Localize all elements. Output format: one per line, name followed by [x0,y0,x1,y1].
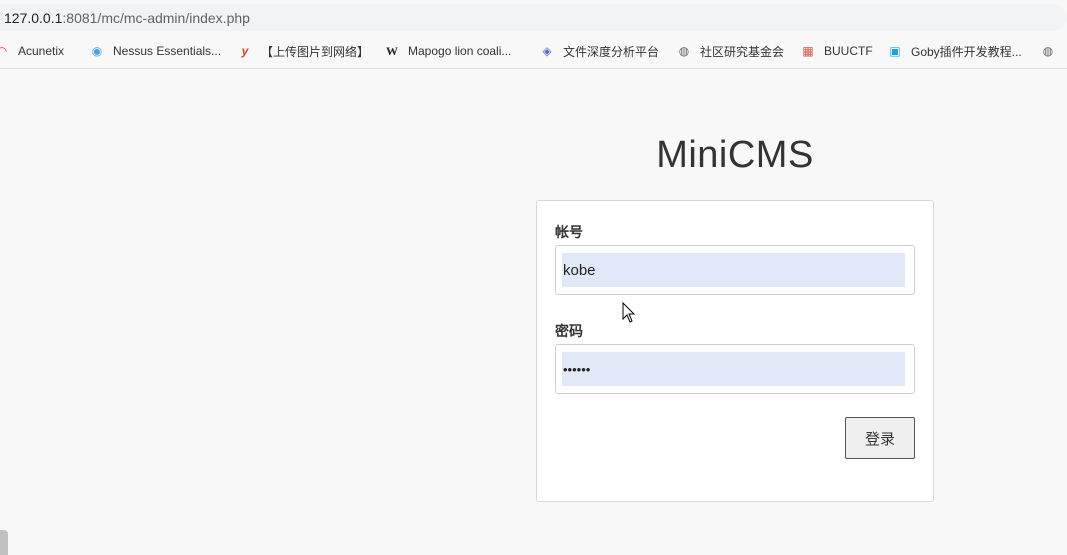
url-text[interactable]: 127.0.0.1:8081/mc/mc-admin/index.php [4,10,250,26]
password-input[interactable] [562,352,905,386]
bookmark-acunetix[interactable]: ◠ Acunetix [0,42,64,60]
bookmark-label: Mapogo lion coali... [408,44,512,58]
url-host: 127.0.0.1 [4,10,63,26]
username-input[interactable] [562,253,905,287]
address-bar: 127.0.0.1:8081/mc/mc-admin/index.php [0,0,1067,34]
bookmarks-bar: ◠ Acunetix ◉ Nessus Essentials... y 【上传图… [0,34,1067,69]
bookmark-label: BUUCTF [824,44,873,58]
acunetix-icon: ◠ [0,43,10,59]
bookmark-more[interactable]: ◍ [1040,42,1064,60]
bookmark-nessus[interactable]: ◉ Nessus Essentials... [89,42,221,60]
bookmark-mapogo[interactable]: W Mapogo lion coali... [384,42,511,60]
globe-icon: ◍ [1042,44,1054,58]
bookmark-buuctf[interactable]: ▦ BUUCTF [800,42,873,60]
mouse-cursor-icon [622,302,636,323]
login-button[interactable]: 登录 [845,417,915,459]
username-field-wrap [555,245,915,295]
bookmark-label: 社区研究基金会 [700,44,785,59]
bookmark-upload-image[interactable]: y 【上传图片到网络】 [237,42,369,60]
url-path: :8081/mc/mc-admin/index.php [62,10,250,26]
buuctf-icon: ▦ [802,44,814,58]
nessus-icon: ◉ [91,44,103,58]
password-field-wrap [555,344,915,394]
bookmark-file-analysis[interactable]: ◈ 文件深度分析平台 [539,42,659,60]
app-title: MiniCMS [656,134,814,176]
eye-icon: ◈ [542,44,552,58]
wikipedia-icon: W [386,43,398,58]
bookmark-label: Acunetix [18,44,65,58]
password-label: 密码 [555,323,583,339]
bookmark-community-fund[interactable]: ◍ 社区研究基金会 [676,42,784,60]
globe-icon: ◍ [678,44,690,58]
bilibili-icon: ▣ [889,44,901,58]
scrollbar-thumb[interactable] [0,530,8,555]
bookmark-label: 文件深度分析平台 [563,44,660,59]
bookmark-label: Goby插件开发教程... [911,44,1022,59]
y-logo-icon: y [241,44,249,58]
bookmark-goby[interactable]: ▣ Goby插件开发教程... [887,42,1022,60]
bookmark-label: 【上传图片到网络】 [261,44,370,59]
bookmark-label: Nessus Essentials... [113,44,222,58]
login-panel: 帐号 密码 登录 [536,200,934,502]
username-label: 帐号 [555,224,583,240]
